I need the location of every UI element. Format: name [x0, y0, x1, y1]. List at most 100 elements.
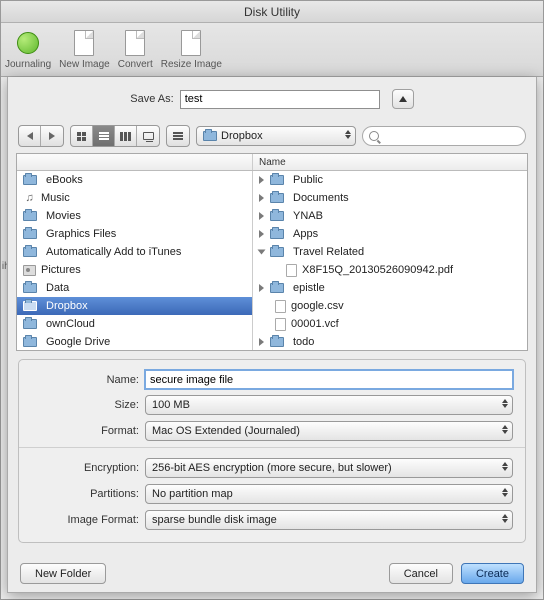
back-button[interactable] [19, 126, 41, 146]
file-name: Public [293, 174, 323, 186]
disclosure-triangle-icon[interactable] [259, 212, 264, 220]
size-label: Size: [31, 399, 139, 411]
folder-icon [203, 131, 217, 141]
sidebar-item[interactable]: Automatically Add to iTunes [17, 243, 252, 261]
sidebar-item-label: eBooks [46, 174, 83, 186]
file-row[interactable]: X8F15Q_20130526090942.pdf [253, 261, 527, 279]
sidebar-item[interactable]: Music [17, 189, 252, 207]
divider [19, 447, 525, 448]
file-name: Apps [293, 228, 318, 240]
sidebar-item[interactable]: eBooks [17, 171, 252, 189]
file-row[interactable]: 00001.vcf [253, 315, 527, 333]
sidebar-item[interactable]: Pictures [17, 261, 252, 279]
partitions-popup[interactable]: No partition map [145, 484, 513, 504]
image-format-popup[interactable]: sparse bundle disk image [145, 510, 513, 530]
folder-icon [23, 229, 37, 239]
column-headers: Name [17, 154, 527, 171]
save-as-input[interactable] [180, 90, 380, 109]
arrange-segment [166, 125, 190, 147]
encryption-label: Encryption: [31, 462, 139, 474]
disclosure-triangle-icon[interactable] [259, 284, 264, 292]
sidebar-item[interactable]: Data [17, 279, 252, 297]
journaling-tool[interactable]: Journaling [5, 29, 51, 70]
music-icon [23, 192, 36, 205]
search-field[interactable] [362, 126, 526, 146]
sidebar-item-label: Music [41, 192, 70, 204]
convert-tool[interactable]: Convert [118, 29, 153, 70]
sidebar-item-label: Movies [46, 210, 81, 222]
chevron-up-icon [399, 96, 407, 102]
sidebar-item-label: ownCloud [46, 318, 95, 330]
folder-icon [23, 319, 37, 329]
file-name: YNAB [293, 210, 323, 222]
new-image-tool[interactable]: New Image [59, 29, 110, 70]
contents-pane[interactable]: Public Documents YNAB Apps Travel Related X8F… [253, 171, 527, 350]
folder-icon [270, 337, 284, 347]
titlebar[interactable]: Disk Utility [1, 1, 543, 23]
disclosure-triangle-icon[interactable] [259, 338, 264, 346]
file-name: epistle [293, 282, 325, 294]
resize-image-tool[interactable]: Resize Image [161, 29, 222, 70]
cancel-button[interactable]: Cancel [389, 563, 453, 584]
file-icon [275, 300, 286, 313]
camera-icon [23, 265, 36, 276]
name-input[interactable] [145, 370, 513, 389]
file-row[interactable]: Public [253, 171, 527, 189]
disclosure-triangle-icon[interactable] [259, 230, 264, 238]
browser-navbar: Dropbox [8, 119, 536, 153]
sidebar-item-label: Automatically Add to iTunes [46, 246, 181, 258]
arrange-icon [173, 132, 183, 140]
file-row[interactable]: google.csv [253, 297, 527, 315]
file-row[interactable]: YNAB [253, 207, 527, 225]
file-row[interactable]: todo [253, 333, 527, 350]
new-image-label: New Image [59, 59, 110, 70]
list-view-button[interactable] [93, 126, 115, 146]
folder-icon [270, 175, 284, 185]
journaling-icon [17, 32, 39, 54]
disclosure-triangle-icon[interactable] [259, 176, 264, 184]
file-name: 00001.vcf [291, 318, 339, 330]
column-view-button[interactable] [115, 126, 137, 146]
location-popup[interactable]: Dropbox [196, 126, 356, 146]
sidebar-item[interactable]: Dropbox [17, 297, 252, 315]
format-popup[interactable]: Mac OS Extended (Journaled) [145, 421, 513, 441]
folder-icon [23, 283, 37, 293]
sidebar-item-label: Pictures [41, 264, 81, 276]
name-column-header[interactable]: Name [253, 154, 527, 170]
encryption-popup[interactable]: 256-bit AES encryption (more secure, but… [145, 458, 513, 478]
coverflow-view-button[interactable] [137, 126, 159, 146]
icon-view-button[interactable] [71, 126, 93, 146]
new-folder-button[interactable]: New Folder [20, 563, 106, 584]
file-row[interactable]: Documents [253, 189, 527, 207]
sidebar-pane[interactable]: eBooks Music Movies Graphics Files Automatic… [17, 171, 253, 350]
sidebar-item[interactable]: Movies [17, 207, 252, 225]
resize-icon [181, 30, 201, 56]
sidebar-item[interactable]: ownCloud [17, 315, 252, 333]
folder-icon [270, 211, 284, 221]
nav-back-forward [18, 125, 64, 147]
coverflow-icon [143, 132, 154, 140]
create-button[interactable]: Create [461, 563, 524, 584]
sidebar-item[interactable]: Graphics Files [17, 225, 252, 243]
format-label: Format: [31, 425, 139, 437]
arrange-button[interactable] [167, 126, 189, 146]
file-name: todo [293, 336, 314, 348]
file-row[interactable]: epistle [253, 279, 527, 297]
folder-icon [23, 211, 37, 221]
collapse-button[interactable] [392, 89, 414, 109]
sidebar-item-label: Graphics Files [46, 228, 116, 240]
convert-label: Convert [118, 59, 153, 70]
sidebar-item[interactable]: Google Drive [17, 333, 252, 350]
size-popup[interactable]: 100 MB [145, 395, 513, 415]
sidebar-item-label: Dropbox [46, 300, 88, 312]
columns-icon [120, 132, 131, 141]
partitions-label: Partitions: [31, 488, 139, 500]
file-row[interactable]: Travel Related [253, 243, 527, 261]
disclosure-triangle-icon[interactable] [259, 194, 264, 202]
folder-icon [23, 337, 37, 347]
disclosure-triangle-icon[interactable] [258, 250, 266, 255]
file-name: Travel Related [293, 246, 364, 258]
file-row[interactable]: Apps [253, 225, 527, 243]
main-toolbar: Journaling New Image Convert Resize Imag… [1, 23, 543, 77]
forward-button[interactable] [41, 126, 63, 146]
